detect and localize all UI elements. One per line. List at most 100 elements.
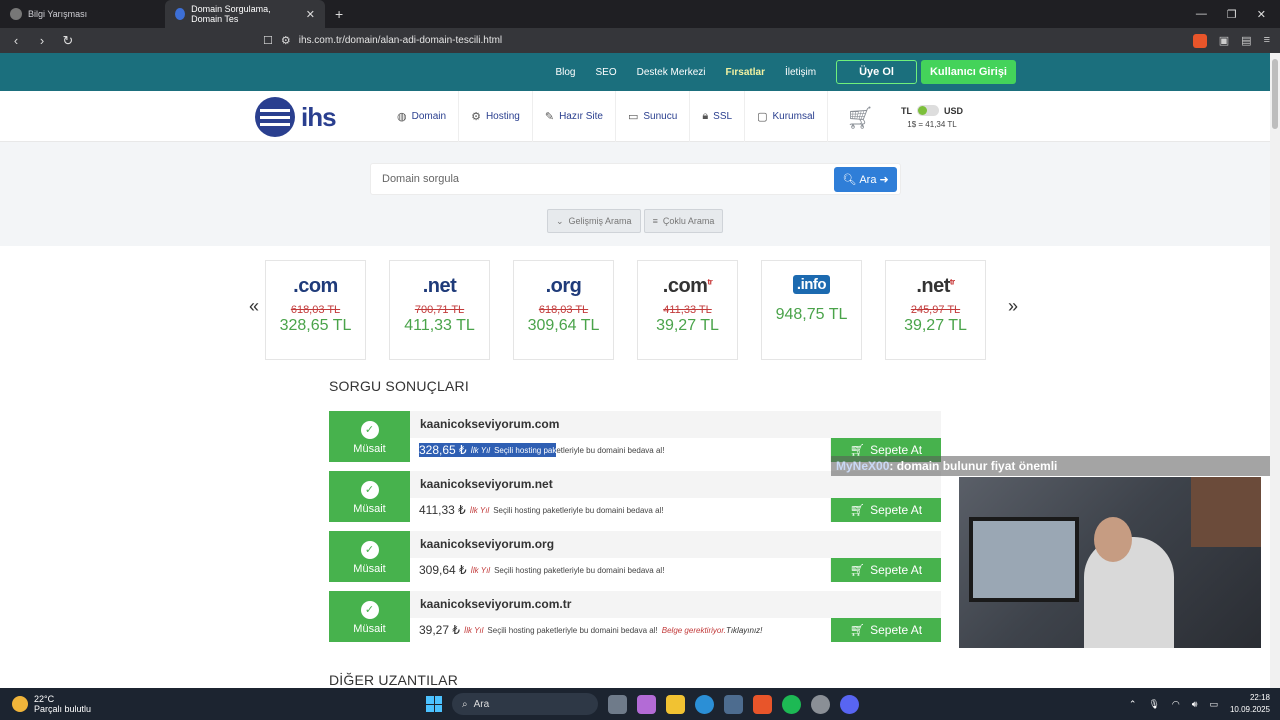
forward-icon[interactable]: › bbox=[32, 33, 52, 48]
check-icon: ✓ bbox=[360, 541, 379, 559]
currency-switch[interactable]: TL USD 1$ = 41,34 TL bbox=[901, 105, 963, 129]
tld-card-com[interactable]: .com 618,03 TL 328,65 TL bbox=[265, 260, 366, 360]
domain-search-input[interactable] bbox=[371, 164, 821, 194]
cart-icon: 🛒︎ bbox=[849, 503, 866, 517]
task-view-icon[interactable] bbox=[608, 694, 627, 714]
wallet-icon[interactable]: ▤ bbox=[1241, 34, 1251, 48]
brave-icon[interactable] bbox=[753, 694, 772, 714]
exchange-rate: 1$ = 41,34 TL bbox=[907, 120, 957, 129]
edge-icon[interactable] bbox=[695, 694, 714, 714]
file-explorer-icon[interactable] bbox=[666, 694, 685, 714]
sidebar-icon[interactable]: ▣ bbox=[1219, 34, 1229, 48]
link-iletisim[interactable]: İletişim bbox=[785, 67, 816, 78]
discord-icon[interactable] bbox=[840, 694, 859, 714]
tld-name: .com bbox=[293, 275, 338, 297]
add-to-cart-button[interactable]: 🛒︎ Sepete At bbox=[831, 498, 941, 522]
add-to-cart-button[interactable]: 🛒︎ Sepete At bbox=[831, 618, 941, 642]
minimize-icon[interactable]: — bbox=[1196, 8, 1207, 21]
tld-card-org[interactable]: .org 618,03 TL 309,64 TL bbox=[513, 260, 614, 360]
microphone-icon[interactable]: 🎙︎ bbox=[1148, 699, 1159, 710]
back-icon[interactable]: ‹ bbox=[6, 33, 26, 48]
reload-icon[interactable]: ↻ bbox=[58, 33, 78, 49]
nav-item-sunucu[interactable]: ▭ Sunucu bbox=[616, 91, 691, 142]
close-tab-icon[interactable]: ✕ bbox=[306, 8, 315, 21]
tld-price: 948,75 TL bbox=[775, 306, 848, 323]
nav-item-hazir-site[interactable]: ✎ Hazır Site bbox=[533, 91, 616, 142]
page-scrollbar[interactable] bbox=[1270, 53, 1280, 688]
advanced-search-button[interactable]: ⌄ Gelişmiş Arama bbox=[547, 209, 641, 233]
tld-old-price: 245,97 TL bbox=[910, 304, 961, 316]
nav-item-domain[interactable]: ◍ Domain bbox=[397, 91, 460, 142]
tld-name: .nettr bbox=[916, 275, 955, 297]
currency-toggle[interactable] bbox=[917, 105, 939, 116]
price-line: 328,65 ₺ İlk Yıl Seçili hosting pak etle… bbox=[410, 438, 830, 462]
carousel-next-icon[interactable]: » bbox=[1008, 296, 1018, 317]
site-top-strip: Blog SEO Destek Merkezi Fırsatlar İletiş… bbox=[0, 53, 1270, 91]
link-blog[interactable]: Blog bbox=[555, 67, 575, 78]
url-field[interactable]: ☐ ⚙ ihs.com.tr/domain/alan-adi-domain-te… bbox=[263, 31, 983, 51]
cart-icon[interactable]: 🛒︎ bbox=[846, 105, 874, 131]
link-firsatlar[interactable]: Fırsatlar bbox=[726, 67, 765, 78]
clock[interactable]: 22:18 10.09.2025 bbox=[1230, 692, 1270, 716]
search-button[interactable]: 🔍︎ Ara ➜ bbox=[834, 167, 897, 192]
price-line: 309,64 ₺ İlk Yıl Seçili hosting paketler… bbox=[410, 558, 830, 582]
cart-icon: 🛒︎ bbox=[849, 563, 866, 577]
wifi-icon[interactable]: ◠ bbox=[1172, 699, 1180, 710]
cart-icon: 🛒︎ bbox=[849, 623, 866, 637]
store-icon[interactable] bbox=[724, 694, 743, 714]
tld-price: 309,64 TL bbox=[527, 317, 600, 334]
add-to-cart-button[interactable]: 🛒︎ Sepete At bbox=[831, 558, 941, 582]
nav-item-ssl[interactable]: 🔒︎ SSL bbox=[690, 91, 746, 142]
tab-bilgi-yarismasi[interactable]: Bilgi Yarışması bbox=[0, 0, 165, 28]
menu-icon[interactable]: ≡ bbox=[1264, 34, 1270, 48]
ihs-logo[interactable]: ihs bbox=[255, 97, 337, 137]
globe-icon: ◍ bbox=[397, 111, 407, 123]
tld-name: .info bbox=[792, 275, 831, 294]
login-button[interactable]: Kullanıcı Girişi bbox=[920, 60, 1016, 84]
new-tab-icon[interactable]: + bbox=[325, 6, 353, 22]
link-seo[interactable]: SEO bbox=[595, 67, 616, 78]
link-destek-merkezi[interactable]: Destek Merkezi bbox=[637, 67, 706, 78]
volume-icon[interactable]: 🔊︎ bbox=[1192, 699, 1198, 710]
result-domain: kaanicokseviyorum.com bbox=[420, 417, 560, 431]
close-window-icon[interactable]: ✕ bbox=[1257, 8, 1266, 21]
system-tray: ⌃ 🎙︎ ◠ 🔊︎ ▭ 22:18 10.09.2025 bbox=[1129, 692, 1270, 716]
taskbar-search[interactable]: ⌕ Ara bbox=[452, 693, 598, 715]
multi-search-button[interactable]: ≡ Çoklu Arama bbox=[643, 209, 724, 233]
tld-card-net-tr[interactable]: .nettr 245,97 TL 39,27 TL bbox=[885, 260, 986, 360]
battery-icon[interactable]: ▭ bbox=[1209, 699, 1218, 710]
result-desc: Seçili hosting paketleriyle bu domaini b… bbox=[494, 565, 665, 575]
start-icon[interactable] bbox=[426, 696, 442, 712]
status-badge: ✓ Müsait bbox=[329, 411, 410, 462]
signup-button[interactable]: Üye Ol bbox=[836, 60, 917, 84]
tld-card-com-tr[interactable]: .comtr 411,33 TL 39,27 TL bbox=[637, 260, 738, 360]
check-icon: ✓ bbox=[360, 601, 379, 619]
nav-item-hosting[interactable]: ⚙ Hosting bbox=[459, 91, 533, 142]
nav-item-kurumsal[interactable]: ▢ Kurumsal bbox=[745, 91, 828, 142]
obs-icon[interactable] bbox=[811, 694, 830, 714]
tld-card-info[interactable]: .info 948,75 TL bbox=[761, 260, 862, 360]
copilot-icon[interactable] bbox=[637, 694, 656, 714]
tld-old-price: 618,03 TL bbox=[538, 304, 589, 316]
result-price: 328,65 ₺ bbox=[419, 443, 467, 457]
restore-icon[interactable]: ❐ bbox=[1227, 8, 1237, 21]
window-controls: — ❐ ✕ bbox=[1196, 8, 1280, 21]
chat-text: : domain bulunur fiyat önemli bbox=[889, 459, 1058, 473]
list-icon: ≡ bbox=[652, 216, 658, 226]
carousel-prev-icon[interactable]: « bbox=[249, 296, 259, 317]
bookmark-icon[interactable]: ☐ bbox=[263, 34, 273, 47]
url-text: ihs.com.tr/domain/alan-adi-domain-tescil… bbox=[298, 35, 503, 46]
click-here-link[interactable]: Tıklayınız! bbox=[726, 626, 762, 635]
scrollbar-thumb[interactable] bbox=[1272, 59, 1278, 129]
brave-shield-icon[interactable] bbox=[1192, 33, 1207, 48]
result-row: ✓ Müsait kaanicokseviyorum.org 309,64 ₺ İ… bbox=[329, 531, 941, 582]
chevron-up-icon[interactable]: ⌃ bbox=[1129, 699, 1137, 710]
text-selection: 328,65 ₺ İlk Yıl Seçili hosting pak bbox=[419, 443, 557, 457]
weather-widget[interactable]: 22°C Parçalı bulutlu bbox=[0, 694, 200, 714]
site-info-icon[interactable]: ⚙ bbox=[281, 34, 291, 47]
spotify-icon[interactable] bbox=[782, 694, 801, 714]
tld-card-net[interactable]: .net 700,71 TL 411,33 TL bbox=[389, 260, 490, 360]
tab-domain-sorgulama[interactable]: Domain Sorgulama, Domain Tes ✕ bbox=[165, 0, 325, 28]
tab-label: Bilgi Yarışması bbox=[28, 9, 88, 19]
result-domain: kaanicokseviyorum.org bbox=[420, 537, 555, 551]
